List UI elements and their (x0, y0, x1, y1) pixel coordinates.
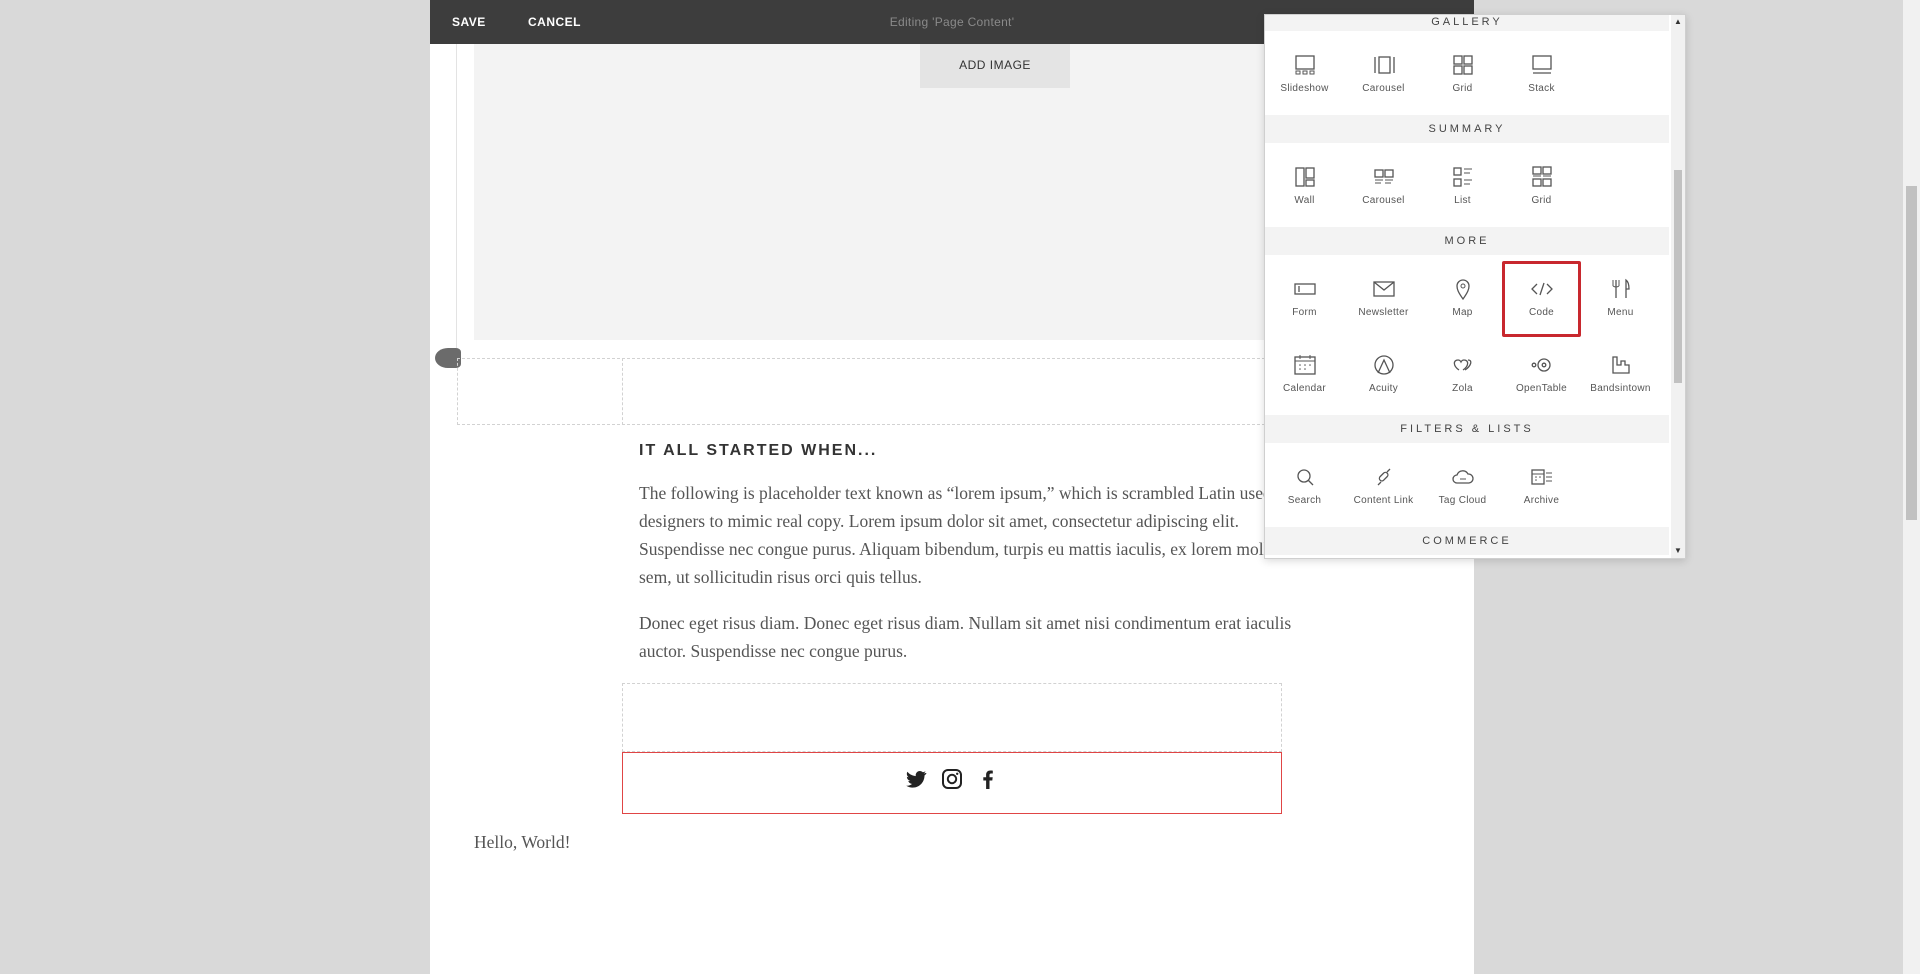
social-icons (623, 767, 1281, 791)
block-calendar[interactable]: Calendar (1265, 337, 1344, 413)
block-summary-list[interactable]: List (1423, 149, 1502, 225)
block-zola[interactable]: Zola (1423, 337, 1502, 413)
save-button[interactable]: SAVE (452, 0, 486, 44)
wall-icon (1294, 167, 1315, 187)
section-header-more: MORE (1265, 227, 1669, 255)
empty-block[interactable] (622, 683, 1282, 752)
bandsintown-icon (1611, 356, 1630, 374)
block-summary-grid[interactable]: Grid (1502, 149, 1581, 225)
block-tag-cloud[interactable]: Tag Cloud (1423, 449, 1502, 525)
code-icon (1530, 282, 1553, 296)
more-grid: Form Newsletter Map Code Menu Calendar A… (1265, 255, 1669, 415)
block-menu[interactable]: Menu (1581, 261, 1660, 337)
twitter-icon[interactable] (904, 767, 928, 791)
column-divider (622, 358, 623, 425)
body-paragraph[interactable]: The following is placeholder text known … (639, 479, 1294, 591)
block-label: OpenTable (1515, 383, 1568, 394)
block-label: Slideshow (1280, 83, 1329, 94)
block-label: Grid (1531, 195, 1552, 206)
block-label: Carousel (1362, 83, 1405, 94)
block-map[interactable]: Map (1423, 261, 1502, 337)
block-label: Code (1528, 307, 1555, 318)
window-scroll-thumb[interactable] (1906, 186, 1917, 520)
block-opentable[interactable]: OpenTable (1502, 337, 1581, 413)
form-icon (1293, 283, 1316, 295)
block-label: Menu (1607, 307, 1634, 318)
block-label: Newsletter (1358, 307, 1409, 318)
block-newsletter[interactable]: Newsletter (1344, 261, 1423, 337)
block-label: List (1454, 195, 1471, 206)
block-bandsintown[interactable]: Bandsintown (1581, 337, 1660, 413)
block-label: Acuity (1368, 383, 1399, 394)
carousel-icon (1373, 169, 1394, 184)
summary-grid: Wall Carousel List Grid (1265, 143, 1669, 227)
panel-scrollbar[interactable]: ▲ ▼ (1671, 15, 1685, 558)
tag-cloud-icon (1451, 470, 1474, 484)
slideshow-icon (1294, 55, 1315, 75)
scroll-down-arrow-icon[interactable]: ▼ (1671, 544, 1685, 558)
section-header-summary: SUMMARY (1265, 115, 1669, 143)
instagram-icon[interactable] (940, 767, 964, 791)
window-scrollbar[interactable] (1903, 0, 1920, 974)
block-label: Bandsintown (1590, 383, 1651, 394)
stack-icon (1531, 55, 1552, 74)
zola-icon (1453, 359, 1471, 371)
archive-icon (1530, 469, 1552, 485)
hello-text[interactable]: Hello, World! (474, 832, 570, 853)
acuity-icon (1373, 355, 1394, 375)
block-acuity[interactable]: Acuity (1344, 337, 1423, 413)
block-summary-wall[interactable]: Wall (1265, 149, 1344, 225)
section-heading[interactable]: IT ALL STARTED WHEN... (639, 442, 877, 460)
block-label: Archive (1523, 495, 1560, 506)
block-search[interactable]: Search (1265, 449, 1344, 525)
block-archive[interactable]: Archive (1502, 449, 1581, 525)
map-pin-icon (1455, 279, 1470, 301)
link-icon (1377, 468, 1390, 486)
list-icon (1452, 167, 1472, 187)
block-label: Zola (1452, 383, 1473, 394)
block-gallery-grid[interactable]: Grid (1423, 37, 1502, 113)
block-label: Grid (1452, 83, 1473, 94)
social-links-block[interactable] (622, 752, 1282, 814)
body-paragraph[interactable]: Donec eget risus diam. Donec eget risus … (639, 609, 1294, 665)
section-header-filters: FILTERS & LISTS (1265, 415, 1669, 443)
block-form[interactable]: Form (1265, 261, 1344, 337)
block-label: Carousel (1362, 195, 1405, 206)
block-picker-content: GALLERY Slideshow Carousel Grid Stack SU… (1265, 15, 1669, 558)
block-gallery-carousel[interactable]: Carousel (1344, 37, 1423, 113)
fork-knife-icon (1612, 278, 1630, 298)
block-gallery-stack[interactable]: Stack (1502, 37, 1581, 113)
add-image-button[interactable]: ADD IMAGE (920, 44, 1070, 88)
opentable-icon (1531, 358, 1551, 372)
filters-grid: Search Content Link Tag Cloud Archive (1265, 443, 1669, 527)
gallery-grid: Slideshow Carousel Grid Stack (1265, 31, 1669, 115)
left-guide (456, 44, 457, 354)
carousel-icon (1373, 56, 1395, 74)
scroll-up-arrow-icon[interactable]: ▲ (1671, 15, 1685, 29)
envelope-icon (1372, 281, 1395, 297)
block-summary-carousel[interactable]: Carousel (1344, 149, 1423, 225)
block-code[interactable]: Code (1502, 261, 1581, 337)
grid-icon (1452, 55, 1473, 75)
block-label: Tag Cloud (1438, 495, 1487, 506)
calendar-icon (1293, 355, 1316, 375)
block-label: Stack (1528, 83, 1555, 94)
block-gallery-slideshow[interactable]: Slideshow (1265, 37, 1344, 113)
block-content-link[interactable]: Content Link (1344, 449, 1423, 525)
section-header-commerce: COMMERCE (1265, 527, 1669, 555)
facebook-icon[interactable] (976, 767, 1000, 791)
block-label: Calendar (1283, 383, 1326, 394)
block-label: Wall (1294, 195, 1315, 206)
block-label: Search (1287, 495, 1322, 506)
search-icon (1296, 469, 1313, 486)
block-picker-panel: GALLERY Slideshow Carousel Grid Stack SU… (1264, 14, 1686, 559)
block-label: Map (1452, 307, 1473, 318)
block-label: Form (1292, 307, 1317, 318)
grid-icon (1531, 166, 1552, 187)
cancel-button[interactable]: CANCEL (528, 0, 581, 44)
panel-scroll-thumb[interactable] (1674, 170, 1682, 383)
block-label: Content Link (1353, 495, 1414, 506)
section-header-gallery: GALLERY (1265, 15, 1669, 31)
